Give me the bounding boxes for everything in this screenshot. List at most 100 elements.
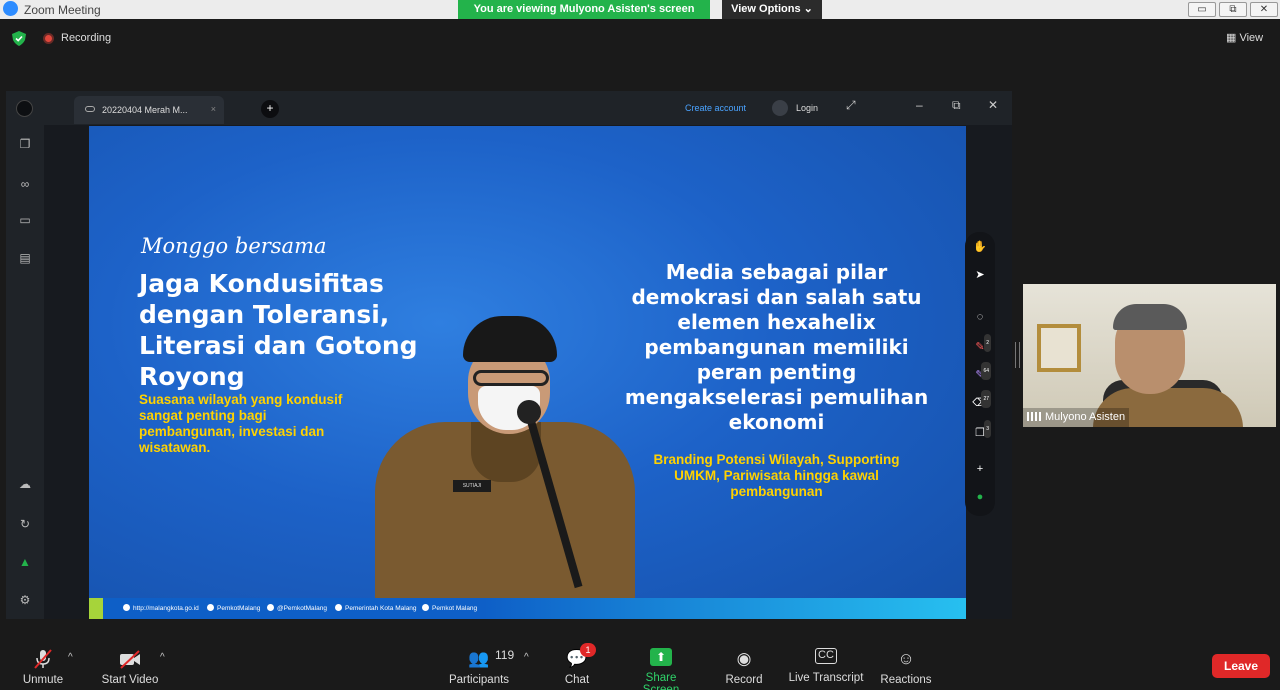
slide-sub-text: Suasana wilayah yang kondusif sangat pen…	[139, 392, 343, 455]
participant-hair	[1113, 304, 1187, 330]
slide-footer: http://malangkota.go.id PemkotMalang @Pe…	[89, 598, 966, 619]
wall-portrait	[1037, 324, 1081, 372]
start-video-label: Start Video	[101, 674, 159, 686]
participants-caret-icon[interactable]: ^	[524, 652, 529, 663]
social-website: http://malangkota.go.id	[123, 604, 199, 612]
eraser-icon[interactable]: ⌫ 27	[971, 390, 991, 412]
document-tab[interactable]: 20220404 Merah M... ×	[74, 96, 224, 124]
uniform-cap	[463, 316, 557, 362]
live-transcript-button[interactable]: CC Live Transcript	[788, 648, 864, 684]
add-icon[interactable]: +	[971, 460, 989, 478]
cloud-icon	[85, 106, 95, 112]
audio-options-caret-icon[interactable]: ^	[68, 652, 73, 663]
share-arrow-icon: ⬆	[650, 648, 672, 666]
view-button[interactable]: ▦ View	[1226, 31, 1263, 44]
copy-icon[interactable]: ❐ 3	[971, 420, 991, 442]
footer-accent	[89, 598, 103, 619]
record-button[interactable]: ◉ Record	[722, 648, 766, 686]
start-video-button[interactable]: Start Video	[100, 648, 160, 686]
name-tag: SUTIAJI	[453, 480, 491, 492]
participant-name: Mulyono Asisten	[1045, 411, 1126, 423]
title-bar: Zoom Meeting You are viewing Mulyono Asi…	[0, 0, 1280, 19]
presentation-slide: Monggo bersama Jaga Kondusifitas dengan …	[89, 126, 966, 619]
settings-gear-icon[interactable]: ⚙	[16, 591, 34, 609]
window-title: Zoom Meeting	[24, 3, 101, 17]
view-options-label: View Options	[731, 3, 801, 15]
viewing-screen-banner: You are viewing Mulyono Asisten's screen	[458, 0, 710, 19]
shared-app-topbar: 20220404 Merah M... × + Create account L…	[6, 91, 1012, 125]
share-screen-button[interactable]: ⬆ Share Screen	[626, 648, 696, 690]
expand-icon[interactable]: ⤢	[846, 98, 856, 113]
minimize-button[interactable]: ▭	[1188, 2, 1216, 17]
chevron-down-icon: ⌄	[803, 3, 813, 15]
copy-badge: 3	[984, 420, 991, 438]
presenter-photo: SUTIAJI	[375, 304, 635, 604]
app-logo-icon	[16, 100, 33, 117]
social-youtube: Pemkot Malang	[422, 604, 477, 612]
participant-video-tile[interactable]: Mulyono Asisten	[1023, 284, 1276, 427]
restore-button[interactable]: ⧉	[1219, 2, 1247, 17]
chat-unread-badge: 1	[580, 643, 596, 657]
unmute-button[interactable]: Unmute	[18, 648, 68, 686]
signal-bars-icon	[1027, 412, 1041, 421]
live-transcript-label: Live Transcript	[788, 672, 864, 684]
participants-label: Participants	[448, 674, 510, 686]
zoom-logo-icon	[3, 1, 18, 16]
view-options-button[interactable]: View Options ⌄	[722, 0, 822, 19]
shared-screen: 20220404 Merah M... × + Create account L…	[6, 91, 1012, 619]
meeting-controls-bar: Unmute ^ Start Video ^ 👥 Participants 11…	[0, 634, 1280, 690]
highlighter-badge: 64	[981, 362, 991, 380]
pointer-icon[interactable]: ➤	[971, 266, 989, 284]
document-tab-title: 20220404 Merah M...	[102, 105, 188, 115]
social-instagram: PemkotMalang	[207, 604, 260, 612]
login-button[interactable]: Login	[796, 103, 818, 113]
keyboard-icon[interactable]: ▭	[16, 211, 34, 229]
unmute-label: Unmute	[22, 674, 64, 686]
social-facebook: Pemerintah Kota Malang	[335, 604, 417, 612]
create-account-link[interactable]: Create account	[685, 103, 746, 113]
emoji-add-icon: ☺	[897, 649, 915, 668]
cloud-sync-icon[interactable]: ☁	[16, 475, 34, 493]
microphone-icon	[517, 400, 541, 424]
hand-icon[interactable]: ✋	[971, 238, 989, 256]
muted-microphone-icon	[34, 649, 52, 669]
slide-right-headline: Media sebagai pilar demokrasi dan salah …	[624, 260, 929, 434]
pen-icon[interactable]: ✎ 2	[971, 334, 991, 356]
leave-button[interactable]: Leave	[1212, 654, 1270, 678]
sync-icon[interactable]: ↻	[16, 515, 34, 533]
shared-app-sidebar: ❐ ∞ ▭ ▤ ☁ ↻ ▲ ⚙	[6, 125, 44, 619]
record-icon: ◉	[736, 649, 752, 668]
app-restore-icon[interactable]: ⧉	[952, 98, 961, 113]
app-icon[interactable]: ●	[971, 488, 989, 506]
record-label: Record	[725, 674, 763, 686]
app-close-icon[interactable]: ✕	[988, 98, 998, 112]
graduation-cap-icon[interactable]: ▲	[16, 553, 34, 571]
glasses	[473, 370, 549, 386]
participants-count: 119	[495, 648, 515, 662]
eraser-badge: 27	[981, 390, 991, 408]
lasso-icon[interactable]: ◌	[971, 308, 989, 326]
reactions-button[interactable]: ☺ Reactions	[880, 648, 932, 686]
user-icon	[772, 100, 788, 116]
video-options-caret-icon[interactable]: ^	[160, 652, 165, 663]
participant-name-label: Mulyono Asisten	[1023, 408, 1130, 427]
shield-icon[interactable]	[12, 31, 26, 46]
resize-handle[interactable]	[1015, 342, 1020, 368]
recording-label[interactable]: Recording	[61, 32, 111, 44]
save-icon[interactable]: ▤	[16, 249, 34, 267]
grid-icon: ▦	[1226, 32, 1237, 44]
new-tab-button[interactable]: +	[261, 100, 279, 118]
slide-script-line: Monggo bersama	[141, 234, 327, 258]
share-screen-label: Share Screen	[642, 672, 680, 690]
tab-close-icon[interactable]: ×	[211, 104, 216, 114]
view-label: View	[1239, 32, 1264, 44]
app-minimize-icon[interactable]: –	[916, 98, 923, 112]
pages-icon[interactable]: ❐	[16, 135, 34, 153]
binoculars-icon[interactable]: ∞	[16, 175, 34, 193]
social-twitter: @PemkotMalang	[267, 604, 327, 612]
highlighter-icon[interactable]: ✎ 64	[971, 362, 991, 384]
participants-icon: 👥	[468, 649, 490, 668]
close-button[interactable]: ✕	[1250, 2, 1278, 17]
chat-label: Chat	[564, 674, 590, 686]
video-off-icon	[120, 650, 140, 669]
